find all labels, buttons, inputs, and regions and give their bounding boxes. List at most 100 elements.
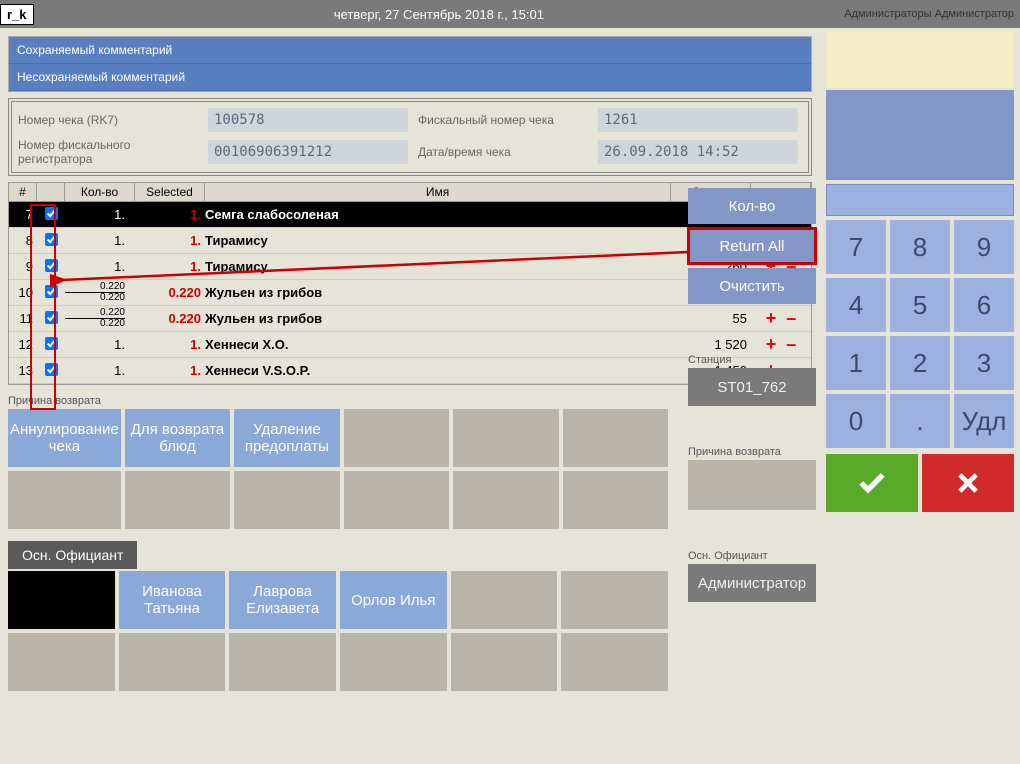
- row-name: Тирамису: [205, 259, 671, 274]
- fr-no-value: 00106906391212: [208, 140, 408, 164]
- row-qty: 0.2200.220: [65, 308, 135, 329]
- reason-button[interactable]: Аннулирование чека: [8, 409, 121, 467]
- row-qty: 1.: [65, 259, 135, 274]
- reason-value-side: [688, 460, 816, 510]
- keypad-key-3[interactable]: 3: [954, 336, 1014, 390]
- reason-button: [234, 471, 339, 529]
- waiter-button[interactable]: [561, 571, 668, 629]
- reason-button: [453, 409, 558, 467]
- waiter-button[interactable]: [451, 571, 558, 629]
- x-icon: [954, 469, 982, 497]
- cancel-button[interactable]: [922, 454, 1014, 512]
- keypad-key-0[interactable]: 0: [826, 394, 886, 448]
- fiscal-no-value: 1261: [598, 108, 798, 132]
- reason-button: [563, 409, 668, 467]
- check-dt-value: 26.09.2018 14:52: [598, 140, 798, 164]
- numeric-display[interactable]: [826, 184, 1014, 216]
- row-qty: 1.: [65, 337, 135, 352]
- keypad-key-8[interactable]: 8: [890, 220, 950, 274]
- row-name: Хеннеси X.O.: [205, 337, 671, 352]
- fr-no-label: Номер фискального регистратора: [18, 138, 198, 166]
- waiter-button[interactable]: [8, 633, 115, 691]
- row-checkbox[interactable]: [45, 311, 58, 324]
- keypad-key-4[interactable]: 4: [826, 278, 886, 332]
- waiter-button[interactable]: [561, 633, 668, 691]
- waiter-button[interactable]: Орлов Илья: [340, 571, 447, 629]
- row-qty: 1.: [65, 233, 135, 248]
- row-selected: 1.: [135, 259, 205, 274]
- check-icon: [856, 467, 888, 499]
- row-num: 7: [9, 207, 37, 222]
- admin-value[interactable]: Администратор: [688, 564, 816, 602]
- row-checkbox[interactable]: [45, 233, 58, 246]
- qty-button[interactable]: Кол-во: [688, 188, 816, 224]
- unsaved-comment-row[interactable]: Несохраняемый комментарий: [9, 64, 811, 91]
- waiter-button[interactable]: [340, 633, 447, 691]
- row-name: Жульен из грибов: [205, 285, 671, 300]
- waiter-button[interactable]: Иванова Татьяна: [119, 571, 226, 629]
- row-selected: 0.220: [135, 311, 205, 326]
- saved-comment-row[interactable]: Сохраняемый комментарий: [9, 37, 811, 64]
- waiter-button[interactable]: Лаврова Елизавета: [229, 571, 336, 629]
- row-checkbox[interactable]: [45, 259, 58, 272]
- row-name: Семга слабосоленая: [205, 207, 671, 222]
- row-checkbox[interactable]: [45, 285, 58, 298]
- row-qty: 1.: [65, 207, 135, 222]
- right-top-panel: [826, 32, 1014, 88]
- keypad-key-2[interactable]: 2: [890, 336, 950, 390]
- row-checkbox[interactable]: [45, 337, 58, 350]
- col-check: [37, 183, 65, 201]
- keypad-key-7[interactable]: 7: [826, 220, 886, 274]
- row-checkbox[interactable]: [45, 207, 58, 220]
- reason-button: [8, 471, 121, 529]
- confirm-button[interactable]: [826, 454, 918, 512]
- app-brand: r_k: [0, 4, 34, 25]
- waiter-button[interactable]: [229, 633, 336, 691]
- row-name: Хеннеси V.S.O.P.: [205, 363, 671, 378]
- keypad-key-9[interactable]: 9: [954, 220, 1014, 274]
- admin-label: Осн. Официант: [688, 550, 816, 562]
- row-qty: 0.2200.220: [65, 282, 135, 303]
- main-waiter-button[interactable]: Осн. Официант: [8, 541, 137, 569]
- reason-button: [563, 471, 668, 529]
- keypad-key-1[interactable]: 1: [826, 336, 886, 390]
- reason-button: [344, 409, 449, 467]
- row-name: Тирамису: [205, 233, 671, 248]
- check-info-box: Номер чека (RK7) 100578 Фискальный номер…: [8, 98, 812, 176]
- reason-button[interactable]: Для возврата блюд: [125, 409, 230, 467]
- reason-button: [344, 471, 449, 529]
- waiter-button[interactable]: [8, 571, 115, 629]
- row-selected: 1.: [135, 207, 205, 222]
- row-selected: 1.: [135, 233, 205, 248]
- waiter-button[interactable]: [451, 633, 558, 691]
- row-num: 13: [9, 363, 37, 378]
- row-selected: 1.: [135, 337, 205, 352]
- col-num: #: [9, 183, 37, 201]
- row-num: 8: [9, 233, 37, 248]
- header-datetime: четверг, 27 Сентябрь 2018 г., 15:01: [34, 7, 845, 22]
- clear-button[interactable]: Очистить: [688, 268, 816, 304]
- row-selected: 0.220: [135, 285, 205, 300]
- reason-button[interactable]: Удаление предоплаты: [234, 409, 339, 467]
- keypad-key-6[interactable]: 6: [954, 278, 1014, 332]
- row-checkbox[interactable]: [45, 363, 58, 376]
- station-label: Станция: [688, 354, 816, 366]
- keypad-key-5[interactable]: 5: [890, 278, 950, 332]
- col-name: Имя: [205, 183, 671, 201]
- col-selected: Selected: [135, 183, 205, 201]
- row-name: Жульен из грибов: [205, 311, 671, 326]
- reason-button: [125, 471, 230, 529]
- header-userline: Администраторы Администратор: [844, 8, 1020, 20]
- right-blue-panel: [826, 90, 1014, 180]
- row-num: 10: [9, 285, 37, 300]
- keypad-key-.[interactable]: .: [890, 394, 950, 448]
- waiter-button[interactable]: [119, 633, 226, 691]
- station-value: ST01_762: [688, 368, 816, 406]
- row-qty: 1.: [65, 363, 135, 378]
- row-num: 12: [9, 337, 37, 352]
- fiscal-no-label: Фискальный номер чека: [418, 113, 588, 127]
- check-dt-label: Дата/время чека: [418, 145, 588, 159]
- return-all-button[interactable]: Return All: [688, 228, 816, 264]
- row-num: 9: [9, 259, 37, 274]
- keypad-key-Удл[interactable]: Удл: [954, 394, 1014, 448]
